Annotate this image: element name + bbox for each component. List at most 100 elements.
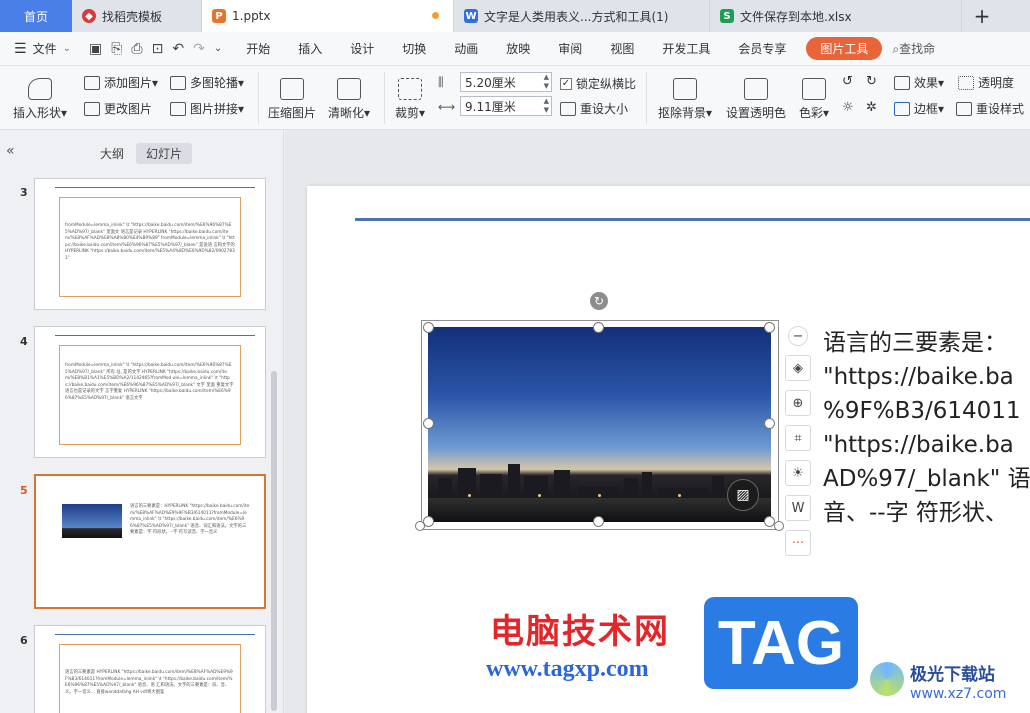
zoom-out-icon[interactable]: − [788,326,808,346]
effects-button[interactable]: 效果 ▾ [894,74,944,91]
slide-thumbnail-4[interactable]: fromModule=lemma_inlink" \t "https://bai… [34,326,266,458]
transparency-button[interactable]: 透明度 [958,74,1014,91]
menu-tab-design[interactable]: 设计 [336,40,388,57]
redo-icon[interactable]: ↷ [193,41,205,57]
brightness-up-icon[interactable]: ☼ [842,100,854,115]
tab-outline[interactable]: 大纲 [90,143,134,164]
sharpen-button[interactable]: 清晰化▾ [324,72,374,126]
image-add-icon [84,75,100,90]
height-input[interactable]: 9.11厘米 ▲ ▼ [460,96,552,116]
rotate-right-icon[interactable]: ↻ [866,74,877,89]
find-command[interactable]: ⌕查找命 [892,40,935,57]
picture-collage-button[interactable]: 图片拼接 ▾ [170,100,244,117]
floating-picture-toolbar: − ◈ ⊕ ⌗ ☀ W ··· [785,326,813,565]
customize-icon[interactable]: ⌄ [214,43,222,54]
menu-tab-animation[interactable]: 动画 [440,40,492,57]
reset-style-label: 重设样式 [976,102,1025,116]
anchor-handle-se[interactable] [774,521,784,531]
lock-ratio-checkbox[interactable]: ✓ 锁定纵横比 [560,75,636,92]
add-picture-button[interactable]: 添加图片 ▾ [84,74,158,91]
slide-text-line: 音、--字 符形状、 [823,500,1008,526]
spin-arrows-icon[interactable]: ▲ ▼ [544,73,549,91]
resize-handle-nw[interactable] [423,322,434,333]
menu-tab-member[interactable]: 会员专享 [724,40,800,57]
print-preview-icon[interactable]: ⊡ [152,41,164,57]
menu-tab-developer[interactable]: 开发工具 [648,40,724,57]
color-label: 色彩 [798,105,823,120]
menu-tab-insert[interactable]: 插入 [284,40,336,57]
tab-home-label: 首页 [23,9,48,24]
change-picture-button[interactable]: 更改图片 [84,100,152,117]
crop-tool-icon[interactable]: ⌗ [785,425,811,451]
slide-thumbnail-5-selected[interactable]: 语言的三要素是：HYPERLINK "https://baike.baidu.c… [34,474,266,609]
zoom-in-icon[interactable]: ⊕ [785,390,811,416]
brightness-down-icon[interactable]: ✲ [866,100,877,115]
width-input[interactable]: 5.20厘米 ▲ ▼ [460,72,552,92]
resize-handle-w[interactable] [423,418,434,429]
collapse-panel-icon[interactable]: « [6,143,15,159]
panel-scrollbar[interactable] [271,371,277,711]
thumb-title-line [55,634,255,635]
rotate-handle-icon[interactable]: ↻ [590,292,608,310]
sharpen-label: 清晰化 [327,105,364,120]
slide-number-current: 5 [20,484,28,497]
image-options-icon[interactable]: ▨ [727,479,759,511]
resize-handle-ne[interactable] [764,322,775,333]
new-tab-button[interactable]: + [962,0,1002,32]
spin-arrows-icon[interactable]: ▲ ▼ [544,97,549,115]
file-menu[interactable]: ☰ 文件 ⌄ [0,40,79,57]
insert-shape-button[interactable]: 插入形状▾ [10,72,70,126]
tab-excel[interactable]: S 文件保存到本地.xlsx [710,0,962,32]
rotate-left-icon[interactable]: ↺ [842,74,853,89]
resize-handle-n[interactable] [593,322,604,333]
slide-body-text[interactable]: 语言的三要素是： "https://baike.ba %9F%B3/614011… [823,326,1030,530]
building-shape [508,464,520,498]
resize-handle-e[interactable] [764,418,775,429]
resize-handle-s[interactable] [593,516,604,527]
unsaved-dot-icon [432,12,439,19]
width-value: 5.20厘米 [465,75,516,90]
city-night-photo[interactable] [428,327,771,522]
lock-ratio-label: 锁定纵横比 [576,77,637,91]
tab-word-doc[interactable]: W 文字是人类用表义...方式和工具(1) [454,0,710,32]
menu-tab-picture-tools[interactable]: 图片工具 [806,37,883,60]
undo-icon[interactable]: ↶ [172,41,184,57]
crop-label: 裁剪 [394,105,419,120]
reset-style-button[interactable]: 重设样式 [956,100,1024,117]
menu-tab-start[interactable]: 开始 [232,40,284,57]
slide-thumbnail-3[interactable]: fromModule=lemma_inlink" \t "https://bai… [34,178,266,310]
border-button[interactable]: 边框 ▾ [894,100,944,117]
thumb-text: fromModule=lemma_inlink" \t "https://bai… [65,223,235,261]
convert-to-doc-icon[interactable]: W [785,495,811,521]
tab-docer[interactable]: ◆ 找稻壳模板 [72,0,202,32]
shape-icon [28,77,52,100]
more-options-icon[interactable]: ··· [785,530,811,556]
compress-picture-button[interactable]: 压缩图片 [264,72,320,126]
slide-text-line: "https://baike.ba [823,432,1014,458]
layers-icon[interactable]: ◈ [785,355,811,381]
save-icon[interactable]: ▣ [89,41,102,57]
building-shape [438,478,452,498]
print-icon[interactable]: ⎙ [131,41,142,57]
multi-carousel-button[interactable]: 多图轮播 ▾ [170,74,244,91]
menu-tab-slideshow[interactable]: 放映 [492,40,544,57]
border-label: 边框 [914,102,939,116]
tab-slides[interactable]: 幻灯片 [136,143,193,164]
jg-logo-name: 极光下载站 [910,665,995,685]
set-transparent-color-button[interactable]: 设置透明色 [724,72,788,126]
tab-home[interactable]: 首页 [0,0,72,32]
export-icon[interactable]: ⎘ [111,41,122,57]
tab-pptx[interactable]: P 1.pptx [202,0,454,32]
lightbulb-icon[interactable]: ☀ [785,460,811,486]
city-light [678,494,681,497]
slide-text-line: AD%97/_blank" 语 [823,466,1030,492]
anchor-handle-sw[interactable] [415,521,425,531]
reset-size-button[interactable]: 重设大小 [560,100,628,117]
menu-tab-transition[interactable]: 切换 [388,40,440,57]
slide-thumbnail-6[interactable]: 语言的三要素是 HYPERLINK "https://baike.baidu.c… [34,625,266,713]
menu-tab-view[interactable]: 视图 [596,40,648,57]
color-button[interactable]: 色彩▾ [794,72,834,126]
menu-tab-review[interactable]: 审阅 [544,40,596,57]
crop-button[interactable]: 裁剪▾ [390,72,430,126]
remove-background-button[interactable]: 抠除背景▾ [654,72,716,126]
